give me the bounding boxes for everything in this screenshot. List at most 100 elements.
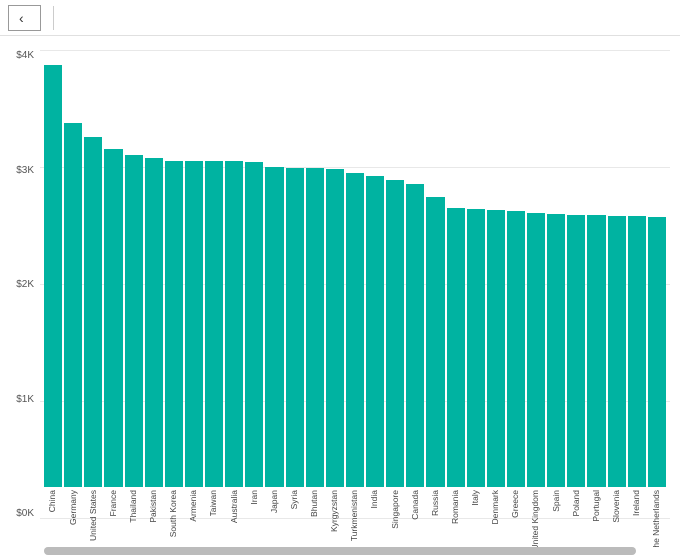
bar-wrapper[interactable] bbox=[125, 50, 143, 487]
x-label-item: Taiwan bbox=[205, 490, 223, 516]
bar-wrapper[interactable] bbox=[426, 50, 444, 487]
bar[interactable] bbox=[245, 162, 263, 487]
toolbar: ‹ bbox=[0, 0, 680, 36]
x-label-text: Canada bbox=[411, 490, 420, 520]
bar-wrapper[interactable] bbox=[507, 50, 525, 487]
right-padding bbox=[670, 46, 680, 547]
bar-wrapper[interactable] bbox=[567, 50, 585, 487]
bar-wrapper[interactable] bbox=[366, 50, 384, 487]
bar[interactable] bbox=[608, 216, 626, 487]
bar-wrapper[interactable] bbox=[547, 50, 565, 487]
bar[interactable] bbox=[628, 216, 646, 487]
x-label-item: Russia bbox=[426, 490, 444, 516]
x-label-item: Spain bbox=[547, 490, 565, 512]
bar[interactable] bbox=[145, 158, 163, 487]
toolbar-separator bbox=[53, 6, 54, 30]
x-label-item: Japan bbox=[265, 490, 283, 513]
bar-wrapper[interactable] bbox=[64, 50, 82, 487]
back-to-report-button[interactable]: ‹ bbox=[8, 5, 41, 31]
bar[interactable] bbox=[225, 161, 243, 487]
y-axis-label: $3K bbox=[16, 165, 34, 176]
x-label-item: the Netherlands bbox=[648, 490, 666, 547]
bar[interactable] bbox=[265, 167, 283, 487]
x-label-text: Greece bbox=[511, 490, 520, 518]
bar-wrapper[interactable] bbox=[104, 50, 122, 487]
bar[interactable] bbox=[426, 197, 444, 487]
bar[interactable] bbox=[648, 217, 666, 487]
bar-wrapper[interactable] bbox=[386, 50, 404, 487]
x-label-item: United States bbox=[84, 490, 102, 541]
y-axis-label: $2K bbox=[16, 279, 34, 290]
bar-wrapper[interactable] bbox=[306, 50, 324, 487]
bar-wrapper[interactable] bbox=[608, 50, 626, 487]
bar-wrapper[interactable] bbox=[265, 50, 283, 487]
toolbar-left: ‹ bbox=[8, 5, 74, 31]
bar[interactable] bbox=[125, 155, 143, 487]
bars-container bbox=[40, 46, 670, 487]
bar-wrapper[interactable] bbox=[225, 50, 243, 487]
bar-wrapper[interactable] bbox=[84, 50, 102, 487]
bar-wrapper[interactable] bbox=[447, 50, 465, 487]
x-label-text: Germany bbox=[69, 490, 78, 525]
x-label-item: Poland bbox=[567, 490, 585, 516]
x-label-text: Thailand bbox=[129, 490, 138, 523]
bar[interactable] bbox=[326, 169, 344, 487]
scrollbar-thumb[interactable] bbox=[44, 547, 636, 555]
bar[interactable] bbox=[104, 149, 122, 487]
bar[interactable] bbox=[84, 137, 102, 487]
bar-wrapper[interactable] bbox=[587, 50, 605, 487]
bar[interactable] bbox=[447, 208, 465, 487]
bar[interactable] bbox=[507, 211, 525, 487]
bar[interactable] bbox=[366, 176, 384, 487]
bar-wrapper[interactable] bbox=[286, 50, 304, 487]
scrollbar-area[interactable] bbox=[44, 547, 636, 555]
bar[interactable] bbox=[487, 210, 505, 487]
x-label-item: Iran bbox=[245, 490, 263, 505]
bar[interactable] bbox=[64, 123, 82, 487]
x-labels: ChinaGermanyUnited StatesFranceThailandP… bbox=[40, 487, 670, 547]
x-label-text: India bbox=[370, 490, 379, 508]
bar[interactable] bbox=[185, 161, 203, 487]
bar-wrapper[interactable] bbox=[406, 50, 424, 487]
x-label-item: Singapore bbox=[386, 490, 404, 529]
x-label-item: Portugal bbox=[587, 490, 605, 522]
y-axis-label: $4K bbox=[16, 50, 34, 61]
bar-wrapper[interactable] bbox=[185, 50, 203, 487]
y-axis-label: $1K bbox=[16, 394, 34, 405]
x-label-text: Russia bbox=[431, 490, 440, 516]
x-label-text: Singapore bbox=[391, 490, 400, 529]
bar-wrapper[interactable] bbox=[487, 50, 505, 487]
bar-wrapper[interactable] bbox=[165, 50, 183, 487]
bar-wrapper[interactable] bbox=[467, 50, 485, 487]
x-label-text: Syria bbox=[290, 490, 299, 509]
bar[interactable] bbox=[165, 161, 183, 487]
bar-wrapper[interactable] bbox=[648, 50, 666, 487]
bar-wrapper[interactable] bbox=[326, 50, 344, 487]
bar[interactable] bbox=[406, 184, 424, 487]
x-label-item: Bhutan bbox=[306, 490, 324, 517]
x-label-text: United Kingdom bbox=[531, 490, 540, 547]
x-label-item: United Kingdom bbox=[527, 490, 545, 547]
bar-wrapper[interactable] bbox=[527, 50, 545, 487]
bar[interactable] bbox=[306, 168, 324, 487]
bar[interactable] bbox=[286, 168, 304, 487]
x-label-text: Turkmenistan bbox=[350, 490, 359, 541]
bar[interactable] bbox=[527, 213, 545, 487]
bar[interactable] bbox=[467, 209, 485, 487]
bar-wrapper[interactable] bbox=[245, 50, 263, 487]
bar-wrapper[interactable] bbox=[346, 50, 364, 487]
bar[interactable] bbox=[44, 65, 62, 487]
x-label-text: France bbox=[109, 490, 118, 516]
bar[interactable] bbox=[567, 215, 585, 487]
bar-wrapper[interactable] bbox=[205, 50, 223, 487]
bar-wrapper[interactable] bbox=[628, 50, 646, 487]
bar[interactable] bbox=[386, 180, 404, 487]
x-label-item: Kyrgyzstan bbox=[326, 490, 344, 532]
y-axis: $4K$3K$2K$1K$0K bbox=[0, 46, 40, 547]
bar[interactable] bbox=[547, 214, 565, 487]
bar[interactable] bbox=[587, 215, 605, 487]
bar[interactable] bbox=[205, 161, 223, 487]
bar-wrapper[interactable] bbox=[145, 50, 163, 487]
bar-wrapper[interactable] bbox=[44, 50, 62, 487]
bar[interactable] bbox=[346, 173, 364, 487]
